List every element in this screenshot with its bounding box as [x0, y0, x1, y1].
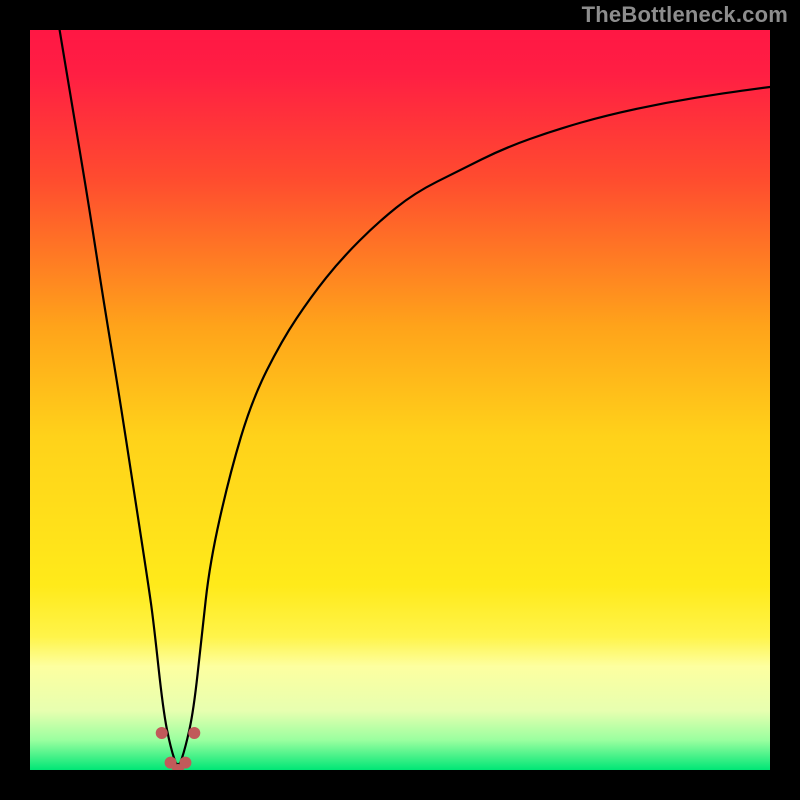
valley-marker — [188, 727, 200, 739]
valley-marker — [179, 757, 191, 769]
chart-plot-area — [30, 30, 770, 770]
gradient-background — [30, 30, 770, 770]
outer-frame: TheBottleneck.com — [0, 0, 800, 800]
watermark-text: TheBottleneck.com — [582, 2, 788, 28]
chart-svg — [30, 30, 770, 770]
valley-marker — [156, 727, 168, 739]
